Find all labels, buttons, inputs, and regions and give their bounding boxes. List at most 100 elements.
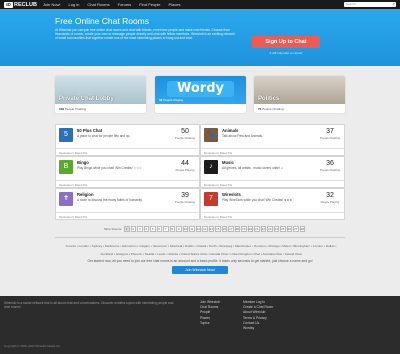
footer-links-col-1: Join Wireclub Chat Rooms People Places T… bbox=[200, 300, 220, 326]
page-12[interactable]: 12 bbox=[195, 226, 202, 232]
page-4[interactable]: 4 bbox=[143, 226, 150, 232]
page-1[interactable]: 1 bbox=[124, 226, 130, 232]
featured-room-stat: 59 People Playing bbox=[159, 98, 184, 102]
nav-forums[interactable]: Forums bbox=[118, 2, 132, 7]
nav-chat-rooms[interactable]: Chat Rooms bbox=[87, 2, 109, 7]
divider bbox=[55, 237, 345, 238]
room-count: 37 bbox=[326, 128, 334, 135]
hero-banner: Free Online Chat Rooms At Wireclub you c… bbox=[0, 9, 400, 66]
room-title[interactable]: Religion bbox=[77, 192, 94, 197]
join-wireclub-button[interactable]: Join Wireclub Now! bbox=[172, 266, 228, 274]
featured-room-stat: 74 People Chatting bbox=[258, 107, 284, 111]
page-5[interactable]: 5 bbox=[150, 226, 156, 232]
room-card-wireslots[interactable]: 7 Wireslots Play WireSlots while you cha… bbox=[200, 188, 345, 220]
featured-room-private-chat-lobby[interactable]: Private Chat Lobby 159 People Chatting bbox=[55, 76, 146, 113]
page-13[interactable]: 13 bbox=[202, 226, 208, 232]
footer-link-wordsy[interactable]: Wordsy bbox=[243, 326, 273, 331]
page-7[interactable]: 7 bbox=[163, 226, 169, 232]
room-meta: Moderated • Rated PG bbox=[201, 180, 344, 187]
nav-places[interactable]: Places bbox=[169, 2, 181, 7]
page-18[interactable]: 18 bbox=[234, 226, 241, 232]
search-input[interactable]: Search ⚲ bbox=[344, 2, 396, 7]
page-27[interactable]: 27 bbox=[293, 226, 299, 232]
paw-icon: 🐾 bbox=[204, 128, 218, 142]
page-17[interactable]: 17 bbox=[228, 226, 234, 232]
search-icon[interactable]: ⚲ bbox=[393, 2, 396, 7]
site-footer: Wireclub is a social network that is all… bbox=[0, 296, 400, 354]
page-3[interactable]: 3 bbox=[137, 226, 143, 232]
search-placeholder: Search bbox=[346, 2, 356, 6]
page-6[interactable]: 6 bbox=[156, 226, 163, 232]
room-card-animals[interactable]: 🐾 Animals Talk about Pets and Animals. 3… bbox=[200, 124, 345, 156]
room-50-plus-icon: 5 bbox=[59, 128, 73, 142]
page-23[interactable]: 23 bbox=[267, 226, 273, 232]
site-logo[interactable]: ID RECLUB bbox=[4, 1, 37, 8]
page-21[interactable]: 21 bbox=[254, 226, 260, 232]
page-22[interactable]: 22 bbox=[260, 226, 267, 232]
featured-room-name: Private Chat Lobby bbox=[59, 96, 114, 102]
room-description: All genres, all artists - music lovers u… bbox=[222, 166, 284, 170]
signup-blurb: Get started now, all you need to join ou… bbox=[87, 259, 313, 263]
footer-about: Wireclub is a social network that is all… bbox=[4, 301, 174, 310]
room-meta: Moderated • Rated PG bbox=[56, 180, 199, 187]
page-28[interactable]: 28 bbox=[299, 226, 306, 232]
featured-room-name: Politics bbox=[258, 96, 280, 102]
page-9[interactable]: 9 bbox=[176, 226, 182, 232]
logo-text: RECLUB bbox=[14, 1, 37, 8]
nav-log-in[interactable]: Log in bbox=[68, 2, 79, 7]
room-count-label: People Playing bbox=[320, 200, 340, 204]
room-count: 39 bbox=[181, 192, 189, 199]
room-title[interactable]: Bingo bbox=[77, 160, 89, 165]
room-title[interactable]: Music bbox=[222, 160, 234, 165]
religion-icon: ✝ bbox=[59, 192, 73, 206]
page-20[interactable]: 20 bbox=[247, 226, 254, 232]
room-count-label: People Chatting bbox=[175, 200, 195, 204]
page-10[interactable]: 10 bbox=[182, 226, 189, 232]
page-15[interactable]: 15 bbox=[215, 226, 221, 232]
room-card-music[interactable]: ♪ Music All genres, all artists - music … bbox=[200, 156, 345, 188]
sign-up-subtext: It will only take a minute! bbox=[269, 51, 303, 55]
featured-room-wordy[interactable]: Wordy 59 People Playing bbox=[155, 76, 246, 113]
footer-links-col-2: Member Log In Create a Chat Room About W… bbox=[243, 300, 273, 331]
page-8[interactable]: 8 bbox=[169, 226, 176, 232]
bingo-icon: B bbox=[59, 160, 73, 174]
page-title: Free Online Chat Rooms bbox=[55, 16, 150, 26]
city-links[interactable]: Toronto • London • Sydney • Melbourne • … bbox=[60, 243, 342, 258]
footer-link-topics[interactable]: Topics bbox=[200, 321, 220, 326]
room-card-50-plus-chat[interactable]: 5 50 Plus Chat A place to chat for peopl… bbox=[55, 124, 200, 156]
room-title[interactable]: Wireslots bbox=[222, 192, 241, 197]
room-description: A room to discuss the many faiths of hum… bbox=[77, 198, 143, 202]
room-description: A place to chat for people fifty and up. bbox=[77, 134, 131, 138]
room-description: Play WireSlots while you chat! Win Credi… bbox=[222, 198, 293, 202]
slots-icon: 7 bbox=[204, 192, 218, 206]
room-title[interactable]: Animals bbox=[222, 128, 238, 133]
nav-find-people[interactable]: Find People bbox=[139, 2, 160, 7]
room-count-label: People Chatting bbox=[320, 168, 340, 172]
copyright: Copyright © 2005–2022 Wireclub Media Inc bbox=[4, 344, 60, 348]
music-note-icon: ♪ bbox=[204, 160, 218, 174]
room-description: Talk about Pets and Animals. bbox=[222, 134, 263, 138]
pagination-label: More Rooms: bbox=[104, 226, 123, 231]
pagination: More Rooms: 1 2 3 4 5 6 7 8 9 10 11 12 1… bbox=[104, 226, 306, 232]
hero-description: At Wireclub you can join free online cha… bbox=[55, 28, 235, 41]
page-25[interactable]: 25 bbox=[280, 226, 286, 232]
page-11[interactable]: 11 bbox=[189, 226, 195, 232]
room-meta: Moderated • Rated PG bbox=[56, 212, 199, 219]
nav-join-now[interactable]: Join Now! bbox=[43, 2, 61, 7]
sign-up-button[interactable]: Sign Up to Chat bbox=[252, 36, 320, 48]
featured-room-politics[interactable]: Politics 74 People Chatting bbox=[254, 76, 345, 113]
page-16[interactable]: 16 bbox=[221, 226, 228, 232]
page-14[interactable]: 14 bbox=[208, 226, 215, 232]
room-meta: Moderated • Rated PG bbox=[201, 212, 344, 219]
top-nav: ID RECLUB Join Now! Log in Chat Rooms Fo… bbox=[0, 0, 400, 9]
room-title[interactable]: 50 Plus Chat bbox=[77, 128, 102, 133]
room-card-religion[interactable]: ✝ Religion A room to discuss the many fa… bbox=[55, 188, 200, 220]
page-24[interactable]: 24 bbox=[273, 226, 280, 232]
page-19[interactable]: 19 bbox=[241, 226, 247, 232]
room-count-label: People Chatting bbox=[320, 136, 340, 140]
page-2[interactable]: 2 bbox=[130, 226, 137, 232]
room-count: 32 bbox=[326, 192, 334, 199]
page-26[interactable]: 26 bbox=[286, 226, 293, 232]
room-meta: Moderated • Rated PG bbox=[201, 148, 344, 155]
room-card-bingo[interactable]: B Bingo Play Bingo while you chat! Win C… bbox=[55, 156, 200, 188]
